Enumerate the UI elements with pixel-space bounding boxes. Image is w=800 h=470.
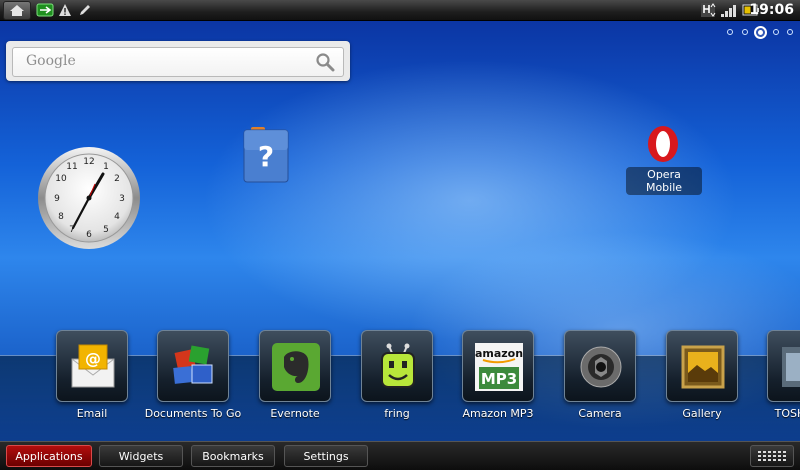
svg-text:8: 8 xyxy=(58,212,64,222)
pencil-icon xyxy=(78,2,92,18)
gallery-tile[interactable] xyxy=(666,330,738,402)
app-label: Camera xyxy=(578,407,622,420)
unknown-app-icon[interactable]: ? xyxy=(241,126,291,184)
tosh-tile[interactable] xyxy=(767,330,800,402)
email-icon: @ xyxy=(71,344,115,388)
app-label: Gallery xyxy=(682,407,722,420)
page-dot xyxy=(773,29,779,35)
svg-text:9: 9 xyxy=(54,194,60,204)
search-icon[interactable] xyxy=(315,52,335,72)
svg-text:5: 5 xyxy=(103,225,109,235)
svg-text:2: 2 xyxy=(114,174,120,184)
app-amazon-mp3[interactable]: amazon MP3 Amazon MP3 xyxy=(448,330,548,434)
documents-icon xyxy=(173,345,213,384)
camera-icon xyxy=(580,346,622,388)
app-camera[interactable]: Camera xyxy=(550,330,650,434)
app-tosh[interactable]: TOSH xyxy=(753,330,800,434)
svg-text:6: 6 xyxy=(86,230,92,240)
app-documents-to-go[interactable]: Documents To Go xyxy=(143,330,243,434)
page-dot-active xyxy=(754,26,767,39)
svg-text:11: 11 xyxy=(66,162,77,172)
amazon-brand: amazon xyxy=(475,347,523,360)
svg-text:1: 1 xyxy=(103,162,109,172)
app-email[interactable]: @ Email xyxy=(42,330,142,434)
amazon-mp3-tile[interactable]: amazon MP3 xyxy=(462,330,534,402)
page-dot xyxy=(727,29,733,35)
tab-applications[interactable]: Applications xyxy=(6,445,92,467)
tosh-icon xyxy=(782,347,800,387)
opera-icon xyxy=(648,126,678,162)
app-label: fring xyxy=(384,407,410,420)
signal-icon xyxy=(720,2,738,18)
fring-icon xyxy=(381,343,415,388)
app-evernote[interactable]: Evernote xyxy=(245,330,345,434)
svg-text:3: 3 xyxy=(119,194,125,204)
svg-text:10: 10 xyxy=(55,174,67,184)
opera-label: Opera Mobile xyxy=(626,167,702,195)
app-label: Evernote xyxy=(270,407,320,420)
clock-time: 19:06 xyxy=(749,2,794,18)
app-fring[interactable]: fring xyxy=(347,330,447,434)
svg-text:@: @ xyxy=(85,349,101,368)
gallery-icon xyxy=(681,345,725,389)
tab-widgets[interactable]: Widgets xyxy=(99,445,183,467)
app-label: Documents To Go xyxy=(144,407,242,420)
tab-bookmarks[interactable]: Bookmarks xyxy=(191,445,275,467)
evernote-tile[interactable] xyxy=(259,330,331,402)
svg-text:12: 12 xyxy=(83,157,94,167)
opera-mobile-shortcut[interactable]: Opera Mobile xyxy=(626,124,702,195)
app-label: Amazon MP3 xyxy=(462,407,534,420)
evernote-icon xyxy=(272,343,320,391)
app-label: Email xyxy=(76,407,108,420)
app-label: TOSH xyxy=(774,407,800,420)
keyboard-icon[interactable] xyxy=(750,445,794,467)
svg-text:4: 4 xyxy=(114,212,120,222)
tab-settings[interactable]: Settings xyxy=(284,445,368,467)
page-dot xyxy=(742,29,748,35)
svg-text:?: ? xyxy=(258,140,274,173)
mp3-text: MP3 xyxy=(481,370,517,388)
google-search-widget[interactable]: Google xyxy=(6,41,350,81)
search-input[interactable]: Google xyxy=(12,47,344,77)
page-dot xyxy=(787,29,793,35)
fring-tile[interactable] xyxy=(361,330,433,402)
home-icon[interactable] xyxy=(3,1,31,20)
warning-icon xyxy=(58,2,72,18)
documents-to-go-tile[interactable] xyxy=(157,330,229,402)
camera-tile[interactable] xyxy=(564,330,636,402)
data-h-icon xyxy=(700,2,716,18)
app-gallery[interactable]: Gallery xyxy=(652,330,752,434)
amazon-mp3-icon: amazon MP3 xyxy=(475,343,523,391)
page-indicator xyxy=(724,26,794,40)
usb-icon xyxy=(36,2,54,18)
status-bar: 19:06 xyxy=(0,0,800,21)
google-logo-text: Google xyxy=(26,53,76,69)
analog-clock-widget[interactable]: 12 1 2 345 678 9 10 11 xyxy=(37,146,141,250)
email-tile[interactable]: @ xyxy=(56,330,128,402)
bottom-bar: Applications Widgets Bookmarks Settings xyxy=(0,441,800,470)
